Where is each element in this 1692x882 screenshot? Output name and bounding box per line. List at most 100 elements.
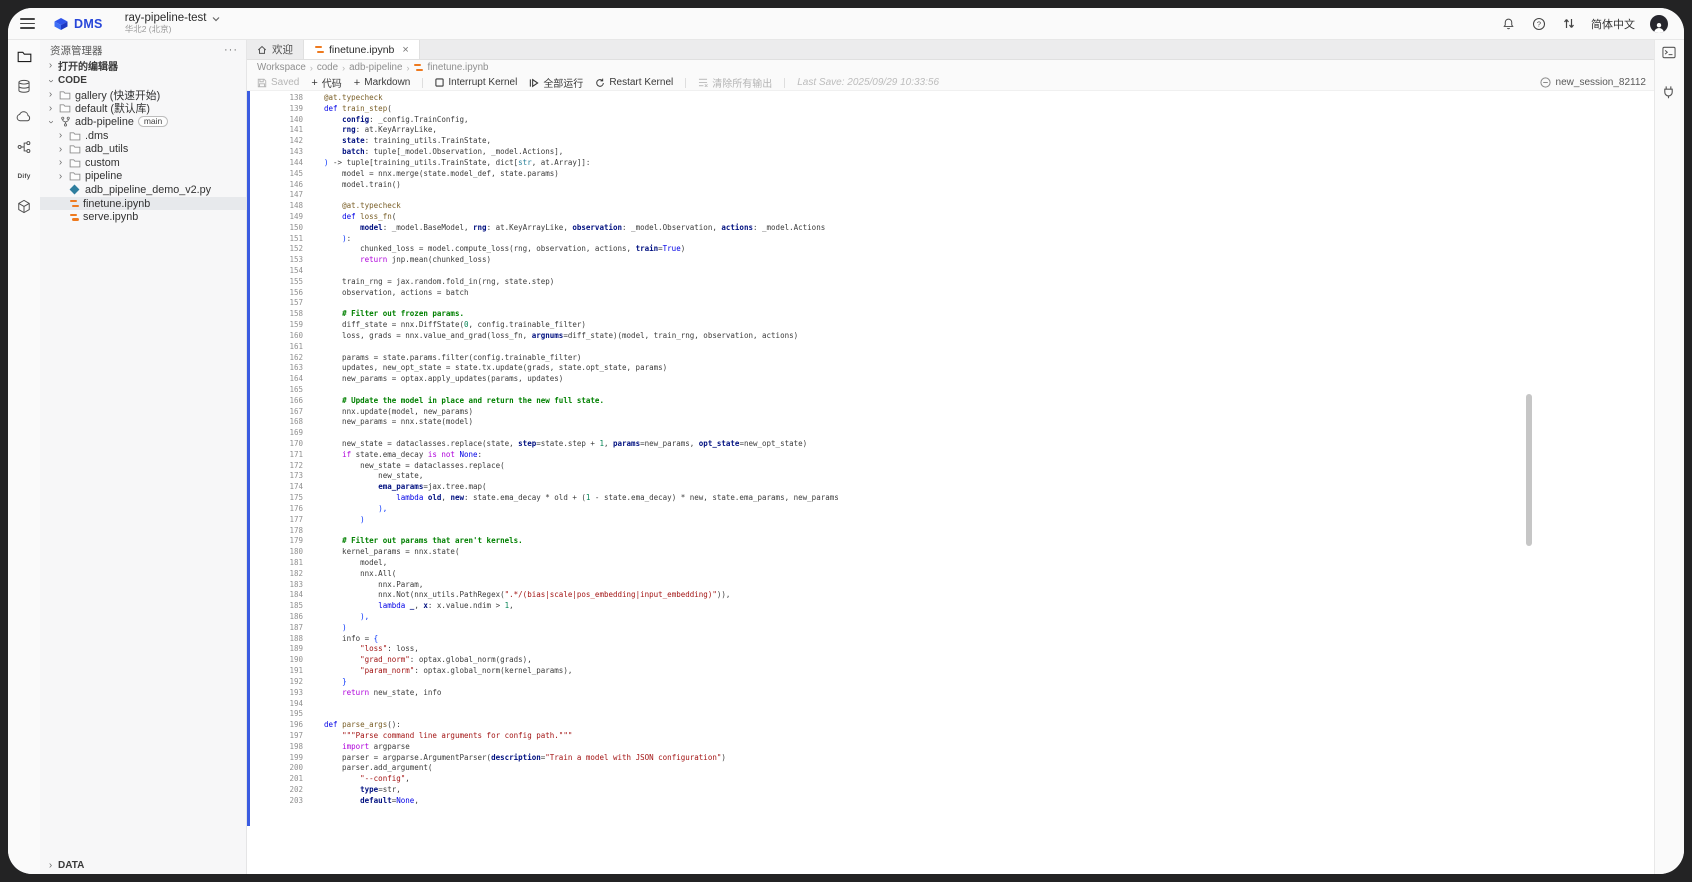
code-line-180[interactable]: 180 kernel_params = nnx.state( [247,547,1654,558]
explorer-icon[interactable] [16,48,33,65]
bell-icon[interactable] [1501,16,1516,31]
code-line-173[interactable]: 173 new_state, [247,471,1654,482]
code-line-203[interactable]: 203 default=None, [247,796,1654,807]
code-line-177[interactable]: 177 ) [247,515,1654,526]
section-open-editors[interactable]: › 打开的编辑器 [40,58,246,73]
code-line-159[interactable]: 159 diff_state = nnx.DiffState(0, config… [247,320,1654,331]
tree-item-adb_utils[interactable]: › adb_utils [40,142,246,156]
code-line-162[interactable]: 162 params = state.params.filter(config.… [247,353,1654,364]
code-line-150[interactable]: 150 model: _model.BaseModel, rng: at.Key… [247,223,1654,234]
plug-icon[interactable] [1662,85,1677,100]
breadcrumb-code[interactable]: code [317,62,338,73]
session-indicator[interactable]: new_session_82112 [1539,77,1646,88]
tree-item-serve.ipynb[interactable]: serve.ipynb [40,210,246,224]
breadcrumb-adb-pipeline[interactable]: adb-pipeline [349,62,402,73]
code-line-147[interactable]: 147 [247,190,1654,201]
code-line-198[interactable]: 198 import argparse [247,742,1654,753]
run-all-button[interactable]: 全部运行 [529,75,583,90]
code-line-175[interactable]: 175 lambda old, new: state.ema_decay * o… [247,493,1654,504]
tab-finetune-ipynb[interactable]: finetune.ipynb × [303,40,420,59]
code-line-145[interactable]: 145 model = nnx.merge(state.model_def, s… [247,169,1654,180]
chevron-right-icon[interactable]: › [46,89,55,100]
chevron-down-icon[interactable]: › [46,118,57,127]
section-data[interactable]: › DATA [40,856,246,874]
code-line-148[interactable]: 148 @at.typecheck [247,201,1654,212]
sort-arrows-icon[interactable] [1561,16,1576,31]
tree-item-.dms[interactable]: › .dms [40,129,246,143]
code-line-158[interactable]: 158 # Filter out frozen params. [247,309,1654,320]
code-line-178[interactable]: 178 [247,526,1654,537]
code-line-189[interactable]: 189 "loss": loss, [247,644,1654,655]
restart-kernel-button[interactable]: Restart Kernel [595,77,673,88]
code-line-154[interactable]: 154 [247,266,1654,277]
code-line-170[interactable]: 170 new_state = dataclasses.replace(stat… [247,439,1654,450]
dms-logo[interactable]: DMS [53,17,103,31]
chevron-right-icon[interactable]: › [56,144,65,155]
code-line-167[interactable]: 167 nnx.update(model, new_params) [247,407,1654,418]
section-code[interactable]: › CODE [40,73,246,88]
code-line-195[interactable]: 195 [247,709,1654,720]
code-line-199[interactable]: 199 parser = argparse.ArgumentParser(des… [247,753,1654,764]
code-line-163[interactable]: 163 updates, new_opt_state = state.tx.up… [247,363,1654,374]
chevron-right-icon[interactable]: › [56,171,65,182]
code-line-144[interactable]: 144) -> tuple[training_utils.TrainState,… [247,158,1654,169]
more-actions-icon[interactable]: ··· [224,45,238,56]
breadcrumb-finetune-ipynb[interactable]: finetune.ipynb [427,62,488,73]
code-line-196[interactable]: 196 def parse_args(): [247,720,1654,731]
code-line-161[interactable]: 161 [247,342,1654,353]
code-line-152[interactable]: 152 chunked_loss = model.compute_loss(rn… [247,244,1654,255]
code-line-157[interactable]: 157 [247,298,1654,309]
code-cell[interactable]: 138 @at.typecheck 139 def train_step(140 co… [247,91,1654,874]
tree-item-adb_pipeline_demo_v2.py[interactable]: adb_pipeline_demo_v2.py [40,183,246,197]
code-line-138[interactable]: 138 @at.typecheck [247,93,1654,104]
code-line-168[interactable]: 168 new_params = nnx.state(model) [247,417,1654,428]
code-line-172[interactable]: 172 new_state = dataclasses.replace( [247,461,1654,472]
workspace-selector[interactable]: ray-pipeline-test 华北2 (北京) [125,12,220,35]
pipeline-icon[interactable] [16,138,33,155]
code-line-200[interactable]: 200 parser.add_argument( [247,763,1654,774]
code-line-201[interactable]: 201 "--config", [247,774,1654,785]
tree-item-finetune.ipynb[interactable]: finetune.ipynb [40,196,246,211]
code-line-194[interactable]: 194 [247,699,1654,710]
code-line-141[interactable]: 141 rng: at.KeyArrayLike, [247,125,1654,136]
tree-item-default-[interactable]: › default (默认库) [40,102,246,116]
code-line-160[interactable]: 160 loss, grads = nnx.value_and_grad(los… [247,331,1654,342]
code-line-183[interactable]: 183 nnx.Param, [247,580,1654,591]
code-line-197[interactable]: 197 """Parse command line arguments for … [247,731,1654,742]
terminal-icon[interactable] [1662,46,1677,61]
code-line-185[interactable]: 185 lambda _, x: x.value.ndim > 1, [247,601,1654,612]
dify-icon[interactable]: Dify [16,168,33,185]
menu-icon[interactable] [20,18,35,29]
help-icon[interactable]: ? [1531,16,1546,31]
code-line-186[interactable]: 186 ), [247,612,1654,623]
tree-item-custom[interactable]: › custom [40,156,246,170]
code-line-188[interactable]: 188 info = { [247,634,1654,645]
code-line-140[interactable]: 140 config: _config.TrainConfig, [247,115,1654,126]
code-line-171[interactable]: 171 if state.ema_decay is not None: [247,450,1654,461]
code-line-169[interactable]: 169 [247,428,1654,439]
scrollbar-thumb[interactable] [1526,394,1532,546]
code-line-179[interactable]: 179 # Filter out params that aren't kern… [247,536,1654,547]
chevron-right-icon[interactable]: › [56,157,65,168]
code-line-153[interactable]: 153 return jnp.mean(chunked_loss) [247,255,1654,266]
chevron-right-icon[interactable]: › [56,130,65,141]
tree-item-adb-pipeline[interactable]: › adb-pipeline main [40,115,246,129]
language-selector[interactable]: 简体中文 [1591,16,1635,32]
add-markdown-button[interactable]: + Markdown [354,77,411,89]
code-line-187[interactable]: 187 ) [247,623,1654,634]
code-line-191[interactable]: 191 "param_norm": optax.global_norm(kern… [247,666,1654,677]
code-line-155[interactable]: 155 train_rng = jax.random.fold_in(rng, … [247,277,1654,288]
code-line-166[interactable]: 166 # Update the model in place and retu… [247,396,1654,407]
add-code-button[interactable]: + 代码 [311,75,341,91]
database-icon[interactable] [16,78,33,95]
breadcrumb-workspace[interactable]: Workspace [257,62,306,73]
code-line-149[interactable]: 149 def loss_fn( [247,212,1654,223]
code-line-151[interactable]: 151 ): [247,234,1654,245]
code-line-193[interactable]: 193 return new_state, info [247,688,1654,699]
code-line-184[interactable]: 184 nnx.Not(nnx_utils.PathRegex(".*/(bia… [247,590,1654,601]
cloud-icon[interactable] [16,108,33,125]
tab-welcome[interactable]: 欢迎 [247,40,303,59]
code-line-164[interactable]: 164 new_params = optax.apply_updates(par… [247,374,1654,385]
tree-item-pipeline[interactable]: › pipeline [40,170,246,184]
code-line-146[interactable]: 146 model.train() [247,180,1654,191]
